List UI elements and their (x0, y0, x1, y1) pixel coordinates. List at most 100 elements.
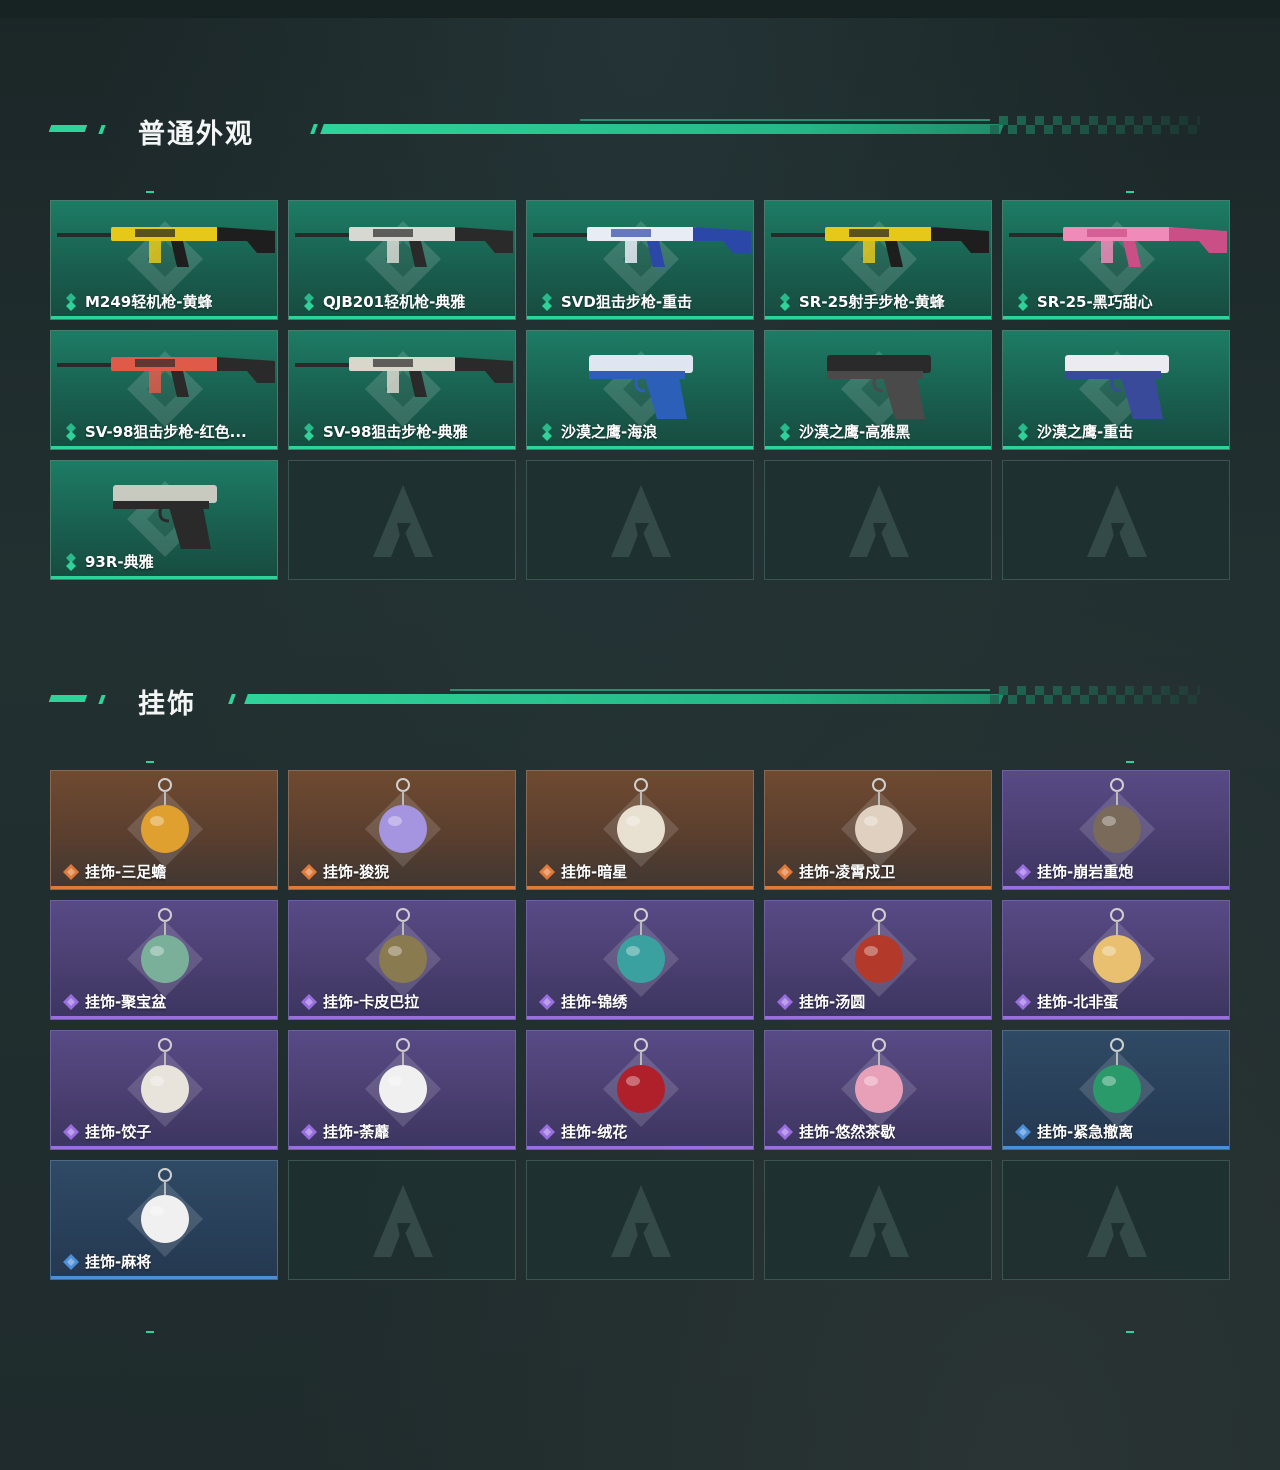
mahjong-charm-icon (141, 1168, 189, 1243)
skin-card[interactable]: 沙漠之鹰-高雅黑 (764, 330, 992, 450)
placeholder-logo-icon (1087, 485, 1147, 557)
cupcake-charm-icon (855, 1038, 903, 1113)
charm-card[interactable]: 挂饰-暗星 (526, 770, 754, 890)
placeholder-logo-icon (611, 1185, 671, 1257)
header-checker (990, 686, 1200, 704)
charm-card[interactable]: 挂饰-凌霄戍卫 (764, 770, 992, 890)
rifle-yellow-icon (57, 227, 275, 267)
charm-card[interactable]: 挂饰-麻将 (50, 1160, 278, 1280)
rarity-icon (301, 994, 317, 1010)
charm-card[interactable]: 挂饰-三足蟾 (50, 770, 278, 890)
rarity-icon (1018, 423, 1028, 441)
charm-card[interactable]: 挂饰-狻猊 (288, 770, 516, 890)
rocket-charm-icon (855, 778, 903, 853)
rarity-bar (51, 1276, 277, 1279)
item-label: 挂饰-崩岩重炮 (1037, 863, 1134, 881)
placeholder-logo-icon (849, 485, 909, 557)
charm-card[interactable]: 挂饰-饺子 (50, 1030, 278, 1150)
pistol-camo-icon (113, 485, 217, 549)
rarity-bar (289, 886, 515, 889)
rarity-icon (63, 994, 79, 1010)
rarity-bar (1003, 886, 1229, 889)
item-label: 挂饰-悠然茶歇 (799, 1123, 896, 1141)
rarity-bar (289, 1146, 515, 1149)
skin-card[interactable]: SV-98狙击步枪-典雅 (288, 330, 516, 450)
item-label: M249轻机枪-黄蜂 (85, 293, 213, 311)
skin-card[interactable]: SV-98狙击步枪-红色... (50, 330, 278, 450)
item-label: 挂饰-三足蟾 (85, 863, 167, 881)
section-title: 挂饰 (138, 689, 196, 720)
sniper-red-icon (57, 357, 275, 397)
section-header-charms: 挂饰 (48, 678, 1230, 720)
corner-mark (146, 191, 154, 193)
rifle-pink-icon (1009, 227, 1227, 267)
rarity-icon (304, 293, 314, 311)
rarity-bar (289, 316, 515, 319)
rose-charm-icon (617, 1038, 665, 1113)
empty-slot (764, 1160, 992, 1280)
rarity-bar (765, 886, 991, 889)
rarity-icon (539, 994, 555, 1010)
header-line (450, 689, 990, 691)
pistol-black-icon (827, 355, 931, 419)
item-label: 挂饰-狻猊 (323, 863, 390, 881)
skin-card[interactable]: SVD狙击步枪-重击 (526, 200, 754, 320)
rarity-bar (51, 1146, 277, 1149)
rarity-icon (777, 864, 793, 880)
sniper-blue-icon (533, 227, 751, 267)
item-label: 挂饰-北非蛋 (1037, 993, 1119, 1011)
rifle-yellow-icon (771, 227, 989, 267)
rarity-icon (63, 1254, 79, 1270)
sign-charm-icon (1093, 1038, 1141, 1113)
header-accent (98, 125, 106, 134)
skin-card[interactable]: 93R-典雅 (50, 460, 278, 580)
rarity-icon (542, 293, 552, 311)
charm-card[interactable]: 挂饰-崩岩重炮 (1002, 770, 1230, 890)
dumpling-plate-charm-icon (141, 1038, 189, 1113)
charm-card[interactable]: 挂饰-锦绣 (526, 900, 754, 1020)
item-label: 沙漠之鹰-重击 (1037, 423, 1134, 441)
header-line (244, 694, 1004, 704)
empty-slot (526, 1160, 754, 1280)
item-label: 挂饰-聚宝盆 (85, 993, 167, 1011)
item-label: 挂饰-荼蘼 (323, 1123, 390, 1141)
charm-card[interactable]: 挂饰-绒花 (526, 1030, 754, 1150)
charm-card[interactable]: 挂饰-卡皮巴拉 (288, 900, 516, 1020)
skin-card[interactable]: SR-25射手步枪-黄蜂 (764, 200, 992, 320)
section-header-skins: 普通外观 (48, 108, 1230, 150)
butterfly-charm-icon (617, 908, 665, 983)
rarity-bar (1003, 446, 1229, 449)
skin-card[interactable]: M249轻机枪-黄蜂 (50, 200, 278, 320)
corner-mark (1126, 761, 1134, 763)
charm-card[interactable]: 挂饰-北非蛋 (1002, 900, 1230, 1020)
skin-card[interactable]: 沙漠之鹰-海浪 (526, 330, 754, 450)
rarity-bar (289, 1016, 515, 1019)
skin-card[interactable]: 沙漠之鹰-重击 (1002, 330, 1230, 450)
item-label: 93R-典雅 (85, 553, 154, 571)
item-label: 沙漠之鹰-海浪 (561, 423, 658, 441)
charm-card[interactable]: 挂饰-悠然茶歇 (764, 1030, 992, 1150)
rarity-icon (66, 423, 76, 441)
item-label: SR-25-黑巧甜心 (1037, 293, 1153, 311)
rarity-icon (539, 864, 555, 880)
charm-card[interactable]: 挂饰-紧急撤离 (1002, 1030, 1230, 1150)
rarity-icon (1015, 864, 1031, 880)
egg-pan-charm-icon (1093, 908, 1141, 983)
charm-card[interactable]: 挂饰-荼蘼 (288, 1030, 516, 1150)
rarity-icon (539, 1124, 555, 1140)
pistol-white-icon (1065, 355, 1169, 419)
rarity-icon (1018, 293, 1028, 311)
charm-card[interactable]: 挂饰-汤圆 (764, 900, 992, 1020)
item-label: 挂饰-紧急撤离 (1037, 1123, 1134, 1141)
rarity-icon (1015, 1124, 1031, 1140)
pistol-blue-icon (589, 355, 693, 419)
header-line (580, 119, 990, 121)
bowl-charm-icon (141, 908, 189, 983)
rarity-icon (777, 1124, 793, 1140)
placeholder-logo-icon (849, 1185, 909, 1257)
charm-card[interactable]: 挂饰-聚宝盆 (50, 900, 278, 1020)
header-line (320, 124, 1004, 134)
skin-card[interactable]: SR-25-黑巧甜心 (1002, 200, 1230, 320)
skin-card[interactable]: QJB201轻机枪-典雅 (288, 200, 516, 320)
rarity-bar (51, 576, 277, 579)
